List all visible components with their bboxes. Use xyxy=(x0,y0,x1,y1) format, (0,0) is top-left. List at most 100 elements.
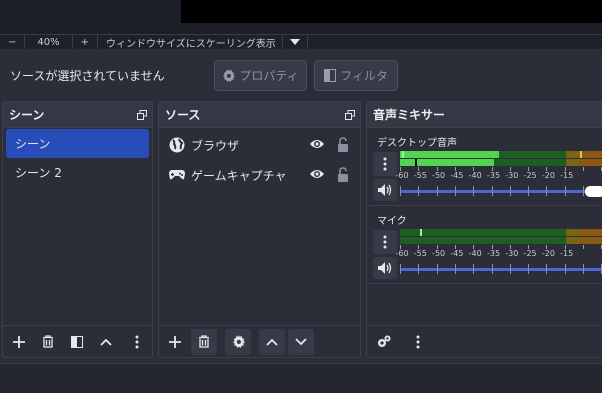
audio-mixer-dock: 音声ミキサー デスクトップ音声 -60 -55 -50 -45 -40 -35 -30 -25… xyxy=(366,101,602,358)
eye-icon[interactable] xyxy=(309,138,325,150)
scene-item[interactable]: シーン xyxy=(6,129,149,158)
chevron-up-icon xyxy=(100,338,112,346)
trash-icon xyxy=(43,335,53,348)
meter-tick-label: -15 xyxy=(560,249,574,258)
more-vertical-icon xyxy=(416,335,420,348)
meter-tick-labels: -60 -55 -50 -45 -40 -35 -30 -25 -20 -15 xyxy=(395,171,602,181)
meter-tick-label: -60 xyxy=(395,249,409,258)
scene-item-label: シーン xyxy=(15,137,51,151)
sources-footer xyxy=(159,325,360,357)
preview-canvas[interactable] xyxy=(181,0,602,23)
volume-slider[interactable] xyxy=(400,185,602,197)
preview-area xyxy=(0,0,602,34)
volume-slider-tick xyxy=(400,264,401,274)
chevron-down-icon xyxy=(289,39,300,45)
trash-icon xyxy=(199,335,209,348)
scenes-dock-title: シーン xyxy=(3,102,152,128)
zoom-in-button[interactable]: + xyxy=(73,35,99,49)
source-item[interactable]: ゲームキャプチャ xyxy=(159,160,360,190)
lock-icon[interactable] xyxy=(337,167,349,182)
remove-scene-button[interactable] xyxy=(35,329,61,355)
volume-slider-tick xyxy=(546,264,548,274)
mixer-channel-name: デスクトップ音声 xyxy=(377,138,457,149)
lock-icon[interactable] xyxy=(337,137,349,152)
gamepad-icon xyxy=(169,167,185,183)
advanced-audio-settings-button[interactable] xyxy=(371,329,397,355)
properties-label: プロパティ xyxy=(239,69,299,83)
mixer-channel: デスクトップ音声 -60 -55 -50 -45 -40 -35 -30 -25 -20 -15 xyxy=(367,128,602,206)
mixer-channel-name: マイク xyxy=(377,216,407,227)
mute-button[interactable] xyxy=(373,179,397,201)
meter-warning-zone xyxy=(566,237,580,244)
audio-mixer-footer xyxy=(367,325,602,357)
audio-mixer-title-bar: 音声ミキサー xyxy=(367,102,602,128)
undock-icon[interactable] xyxy=(137,110,147,120)
meter-warning-zone xyxy=(566,159,580,166)
scenes-dock: シーン シーン シーン 2 xyxy=(2,101,153,358)
scale-mode-dropdown[interactable] xyxy=(283,35,308,49)
scene-more-button[interactable] xyxy=(133,329,141,355)
filters-button[interactable]: フィルタ xyxy=(314,60,398,91)
scene-item[interactable]: シーン 2 xyxy=(6,158,149,187)
meter-tick-labels: -60 -55 -50 -45 -40 -35 -30 -25 -20 -15 xyxy=(395,249,602,259)
meter-tick-label: -35 xyxy=(486,171,501,180)
move-scene-up-button[interactable] xyxy=(93,329,119,355)
mixer-channel: マイク -60 -55 -50 -45 -40 -35 -30 -25 -20 -15 xyxy=(367,206,602,284)
meter-tick-label: -30 xyxy=(505,249,519,258)
volume-slider-handle[interactable] xyxy=(584,186,602,197)
meter-tick-label: -50 xyxy=(432,171,446,180)
mixer-channel-menu-button[interactable] xyxy=(373,230,397,254)
volume-slider-tick xyxy=(564,186,566,196)
meter-level xyxy=(400,151,499,158)
volume-meter xyxy=(400,229,602,236)
move-source-up-button[interactable] xyxy=(259,328,285,355)
meter-tick-label: -20 xyxy=(541,249,555,258)
mixer-more-button[interactable] xyxy=(405,329,431,355)
mute-button[interactable] xyxy=(373,257,397,279)
zoom-value: 40% xyxy=(25,35,73,49)
meter-danger-zone xyxy=(580,151,602,158)
volume-slider[interactable] xyxy=(400,263,602,275)
add-source-button[interactable] xyxy=(162,329,188,355)
scene-item-label: シーン 2 xyxy=(15,166,62,180)
volume-slider-tick xyxy=(473,264,475,274)
scene-filters-button[interactable] xyxy=(64,329,90,355)
meter-tick-label: -25 xyxy=(523,249,537,258)
meter-tick-label: -40 xyxy=(468,171,482,180)
zoom-out-label: − xyxy=(8,36,17,48)
filter-icon xyxy=(324,69,337,82)
volume-slider-tick xyxy=(509,186,511,196)
meter-peak xyxy=(415,159,417,166)
source-toolbar: ソースが選択されていません プロパティ フィルタ xyxy=(0,50,602,97)
source-item-label: ブラウザ xyxy=(191,138,240,153)
eye-icon[interactable] xyxy=(309,168,325,180)
audio-mixer-title: 音声ミキサー xyxy=(373,108,446,122)
meter-tick-label: -50 xyxy=(432,249,446,258)
status-bar xyxy=(0,363,602,393)
volume-meter xyxy=(400,151,602,158)
source-properties-button[interactable] xyxy=(225,328,251,355)
zoom-out-button[interactable]: − xyxy=(0,35,26,49)
chevron-up-icon xyxy=(266,338,278,346)
mixer-channel-menu-button[interactable] xyxy=(373,152,397,176)
scenes-title: シーン xyxy=(9,108,45,122)
volume-slider-tick xyxy=(528,186,530,196)
properties-button[interactable]: プロパティ xyxy=(214,60,307,91)
undock-icon[interactable] xyxy=(345,110,355,120)
more-vertical-icon xyxy=(383,157,387,171)
volume-slider-tick xyxy=(509,264,511,274)
source-item[interactable]: ブラウザ xyxy=(159,130,360,160)
no-source-selected-text: ソースが選択されていません xyxy=(10,69,165,83)
filters-label: フィルタ xyxy=(340,69,388,83)
volume-slider-tick xyxy=(491,264,493,274)
filter-icon xyxy=(71,335,83,348)
meter-peak xyxy=(420,229,422,236)
meter-danger-zone xyxy=(580,229,602,236)
move-source-down-button[interactable] xyxy=(288,328,314,355)
meter-tick-label: -20 xyxy=(541,171,555,180)
add-scene-button[interactable] xyxy=(6,329,32,355)
scenes-footer xyxy=(3,325,152,357)
volume-slider-tick xyxy=(400,186,401,196)
remove-source-button[interactable] xyxy=(191,328,217,355)
speaker-icon xyxy=(378,184,392,196)
